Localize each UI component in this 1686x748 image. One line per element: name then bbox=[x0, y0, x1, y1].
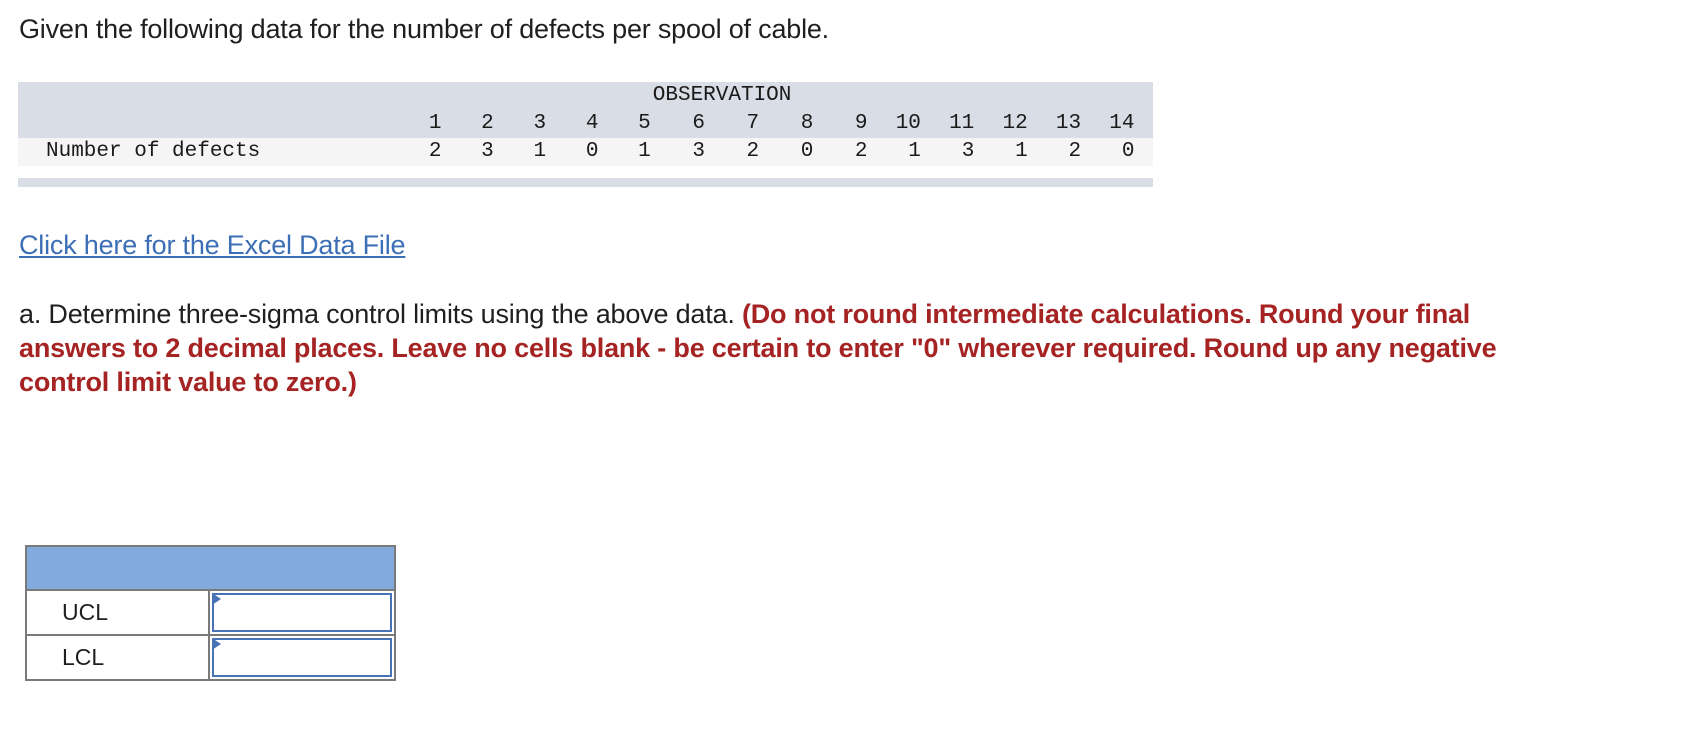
answer-row-ucl: UCL bbox=[27, 591, 394, 634]
defect-count: 1 bbox=[598, 138, 651, 166]
observation-number: 10 bbox=[867, 110, 921, 138]
defect-count: 2 bbox=[1027, 138, 1082, 166]
observation-number: 9 bbox=[813, 110, 868, 138]
answer-table-header bbox=[27, 547, 394, 591]
observation-number-row: 1 2 3 4 5 6 7 8 9 10 11 12 13 14 bbox=[18, 110, 1153, 138]
observation-number: 3 bbox=[493, 110, 547, 138]
excel-data-file-link[interactable]: Click here for the Excel Data File bbox=[19, 230, 406, 261]
observation-number: 6 bbox=[650, 110, 705, 138]
intro-text: Given the following data for the number … bbox=[19, 14, 829, 44]
defect-count: 0 bbox=[546, 138, 599, 166]
defect-count: 2 bbox=[704, 138, 760, 166]
defects-row: Number of defects 2 3 1 0 1 3 2 0 2 1 3 … bbox=[18, 138, 1153, 166]
input-marker-icon bbox=[212, 638, 221, 650]
observation-table: OBSERVATION 1 2 3 4 5 6 7 8 9 10 11 12 1… bbox=[18, 82, 1153, 166]
observation-number: 4 bbox=[546, 110, 599, 138]
observation-number: 7 bbox=[704, 110, 760, 138]
observation-number: 2 bbox=[441, 110, 494, 138]
defect-count: 3 bbox=[441, 138, 494, 166]
defect-count: 0 bbox=[1081, 138, 1135, 166]
question-prefix: a. Determine three-sigma control limits … bbox=[19, 299, 735, 329]
defects-data-table: OBSERVATION 1 2 3 4 5 6 7 8 9 10 11 12 1… bbox=[18, 82, 1153, 187]
defect-count: 3 bbox=[650, 138, 705, 166]
defect-count: 3 bbox=[920, 138, 975, 166]
observation-group-header: OBSERVATION bbox=[652, 84, 792, 107]
observation-number: 14 bbox=[1081, 110, 1135, 138]
lcl-input[interactable] bbox=[212, 638, 392, 677]
observation-number: 1 bbox=[389, 110, 442, 138]
question-text: a. Determine three-sigma control limits … bbox=[19, 297, 1579, 399]
control-limits-answer-table: UCL LCL bbox=[25, 545, 396, 681]
observation-number: 11 bbox=[920, 110, 975, 138]
input-marker-icon bbox=[212, 593, 221, 605]
ucl-input[interactable] bbox=[212, 593, 392, 632]
defects-row-label: Number of defects bbox=[18, 138, 390, 166]
defect-count: 1 bbox=[867, 138, 921, 166]
observation-number: 8 bbox=[759, 110, 814, 138]
defect-count: 1 bbox=[974, 138, 1028, 166]
observation-number: 13 bbox=[1027, 110, 1082, 138]
ucl-label: UCL bbox=[27, 591, 210, 634]
group-header-row: OBSERVATION bbox=[18, 82, 1153, 110]
observation-number: 12 bbox=[974, 110, 1028, 138]
defect-count: 2 bbox=[813, 138, 868, 166]
defect-count: 0 bbox=[759, 138, 814, 166]
defect-count: 2 bbox=[389, 138, 442, 166]
answer-row-lcl: LCL bbox=[27, 634, 394, 679]
lcl-label: LCL bbox=[27, 636, 210, 679]
table-bottom-band bbox=[18, 178, 1153, 187]
defect-count: 1 bbox=[493, 138, 547, 166]
observation-number: 5 bbox=[598, 110, 651, 138]
